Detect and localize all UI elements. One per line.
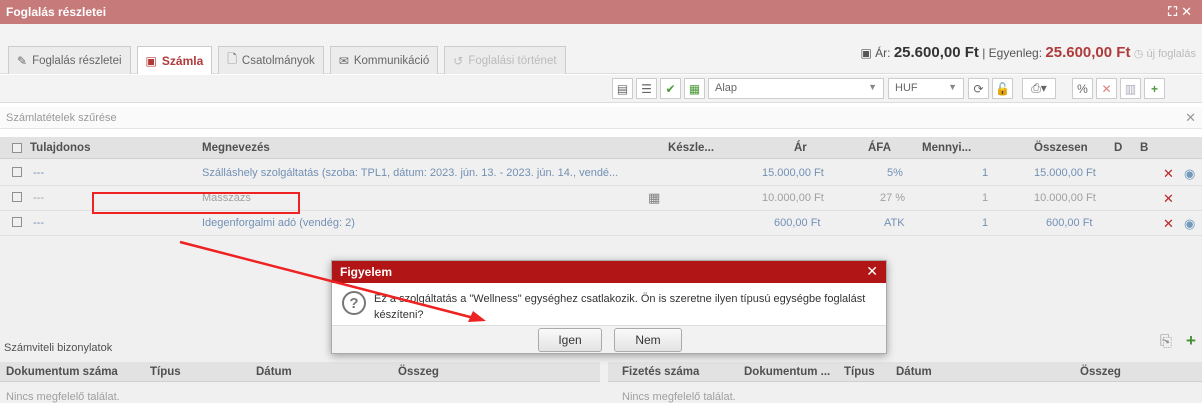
window-controls: ⛶✕ — [1168, 4, 1196, 20]
print-button[interactable]: ⎙▾ — [1022, 78, 1056, 99]
invoice-toolbar: ▤ ☰ ✔ ▦ Alap ▼ HUF ▼ ⟳ 🔓 ⎙▾ % ✕ ▥ + — [0, 75, 1202, 103]
dialog-footer: Igen Nem — [332, 325, 886, 353]
split-button[interactable]: ▥ — [1120, 78, 1141, 99]
price-summary: ▣ Ár: 25.600,00 Ft | Egyenleg: 25.600,00… — [860, 44, 1196, 61]
new-booking-link[interactable]: ◷ új foglalás — [1134, 48, 1196, 60]
group-view-button[interactable]: ▤ — [612, 78, 633, 99]
price-value: 25.600,00 Ft — [893, 44, 979, 61]
print-icon: ⎙▾ — [1031, 81, 1047, 95]
dialog-message: Ez a szolgáltatás a "Wellness" egységhez… — [374, 293, 866, 321]
new-booking-label: új foglalás — [1146, 48, 1196, 60]
tab-bar: ✎ Foglalás részletei ▣ Számla 🗋 Csatolmá… — [8, 46, 572, 74]
yes-button[interactable]: Igen — [538, 328, 602, 352]
tab-label: Foglalási történet — [468, 54, 557, 67]
confirm-dialog: Figyelem ✕ ? Ez a szolgáltatás a "Wellne… — [331, 260, 887, 354]
refresh-button[interactable]: ⟳ — [968, 78, 989, 99]
annotation-highlight-box — [92, 192, 300, 214]
close-icon[interactable]: ✕ — [866, 263, 878, 280]
tab-label: Kommunikáció — [353, 54, 430, 67]
tab-label: Csatolmányok — [241, 54, 315, 67]
tab-booking-details[interactable]: ✎ Foglalás részletei — [8, 46, 131, 74]
price-icon: ▣ — [860, 46, 872, 60]
dialog-title: Figyelem — [340, 265, 393, 279]
tab-attachments[interactable]: 🗋 Csatolmányok — [218, 46, 324, 74]
tab-invoice[interactable]: ▣ Számla — [136, 46, 213, 74]
close-icon: ✕ — [1101, 81, 1112, 96]
rows-icon: ▤ — [616, 81, 629, 96]
envelope-icon: ✉ — [338, 53, 349, 68]
add-item-button[interactable]: + — [1144, 78, 1165, 99]
chevron-down-icon: ▼ — [948, 82, 957, 92]
percent-icon: % — [1077, 81, 1088, 96]
booking-details-window: Foglalás részletei ⛶✕ ✎ Foglalás részlet… — [0, 0, 1202, 403]
tab-communication[interactable]: ✉ Kommunikáció — [329, 46, 439, 74]
template-value: Alap — [715, 82, 738, 94]
calendar-check-button[interactable]: ▦ — [684, 78, 705, 99]
calendar-icon: ▦ — [688, 81, 701, 96]
plus-icon: + — [1150, 81, 1158, 96]
tab-booking-history[interactable]: ↺ Foglalási történet — [444, 46, 566, 74]
delete-items-button[interactable]: ✕ — [1096, 78, 1117, 99]
filter-input[interactable]: Számlatételek szűrése — [6, 112, 117, 124]
window-titlebar: Foglalás részletei ⛶✕ — [0, 0, 1202, 24]
check-items-button[interactable]: ✔ — [660, 78, 681, 99]
maximize-icon[interactable]: ⛶ — [1168, 4, 1181, 19]
currency-select[interactable]: HUF ▼ — [888, 78, 964, 99]
template-select[interactable]: Alap ▼ — [708, 78, 884, 99]
lock-icon: 🔓 — [995, 81, 1010, 96]
no-button[interactable]: Nem — [614, 328, 682, 352]
discount-button[interactable]: % — [1072, 78, 1093, 99]
question-icon: ? — [342, 291, 366, 315]
file-icon: 🗋 — [227, 52, 237, 66]
columns-icon: ▥ — [1124, 81, 1137, 96]
price-label: Ár: — [875, 46, 891, 60]
check-icon: ✔ — [665, 81, 676, 96]
tab-label: Számla — [161, 53, 204, 68]
tab-row: ✎ Foglalás részletei ▣ Számla 🗋 Csatolmá… — [0, 24, 1202, 74]
refresh-icon: ⟳ — [973, 81, 984, 96]
balance-label: | Egyenleg: — [982, 46, 1043, 60]
chevron-down-icon: ▼ — [868, 82, 877, 92]
clear-filter-icon[interactable]: ✕ — [1185, 110, 1196, 126]
invoice-filter[interactable]: Számlatételek szűrése ✕ — [0, 107, 1202, 129]
dialog-header: Figyelem ✕ — [332, 261, 886, 283]
history-icon: ↺ — [453, 53, 464, 68]
window-title: Foglalás részletei — [6, 5, 107, 19]
currency-value: HUF — [895, 82, 918, 94]
lock-button[interactable]: 🔓 — [992, 78, 1013, 99]
list-icon: ☰ — [641, 81, 652, 96]
close-icon[interactable]: ✕ — [1181, 4, 1196, 19]
balance-value: 25.600,00 Ft — [1045, 44, 1131, 61]
list-view-button[interactable]: ☰ — [636, 78, 657, 99]
invoice-icon: ▣ — [145, 53, 157, 68]
tab-label: Foglalás részletei — [32, 54, 122, 67]
pencil-icon: ✎ — [17, 53, 28, 68]
